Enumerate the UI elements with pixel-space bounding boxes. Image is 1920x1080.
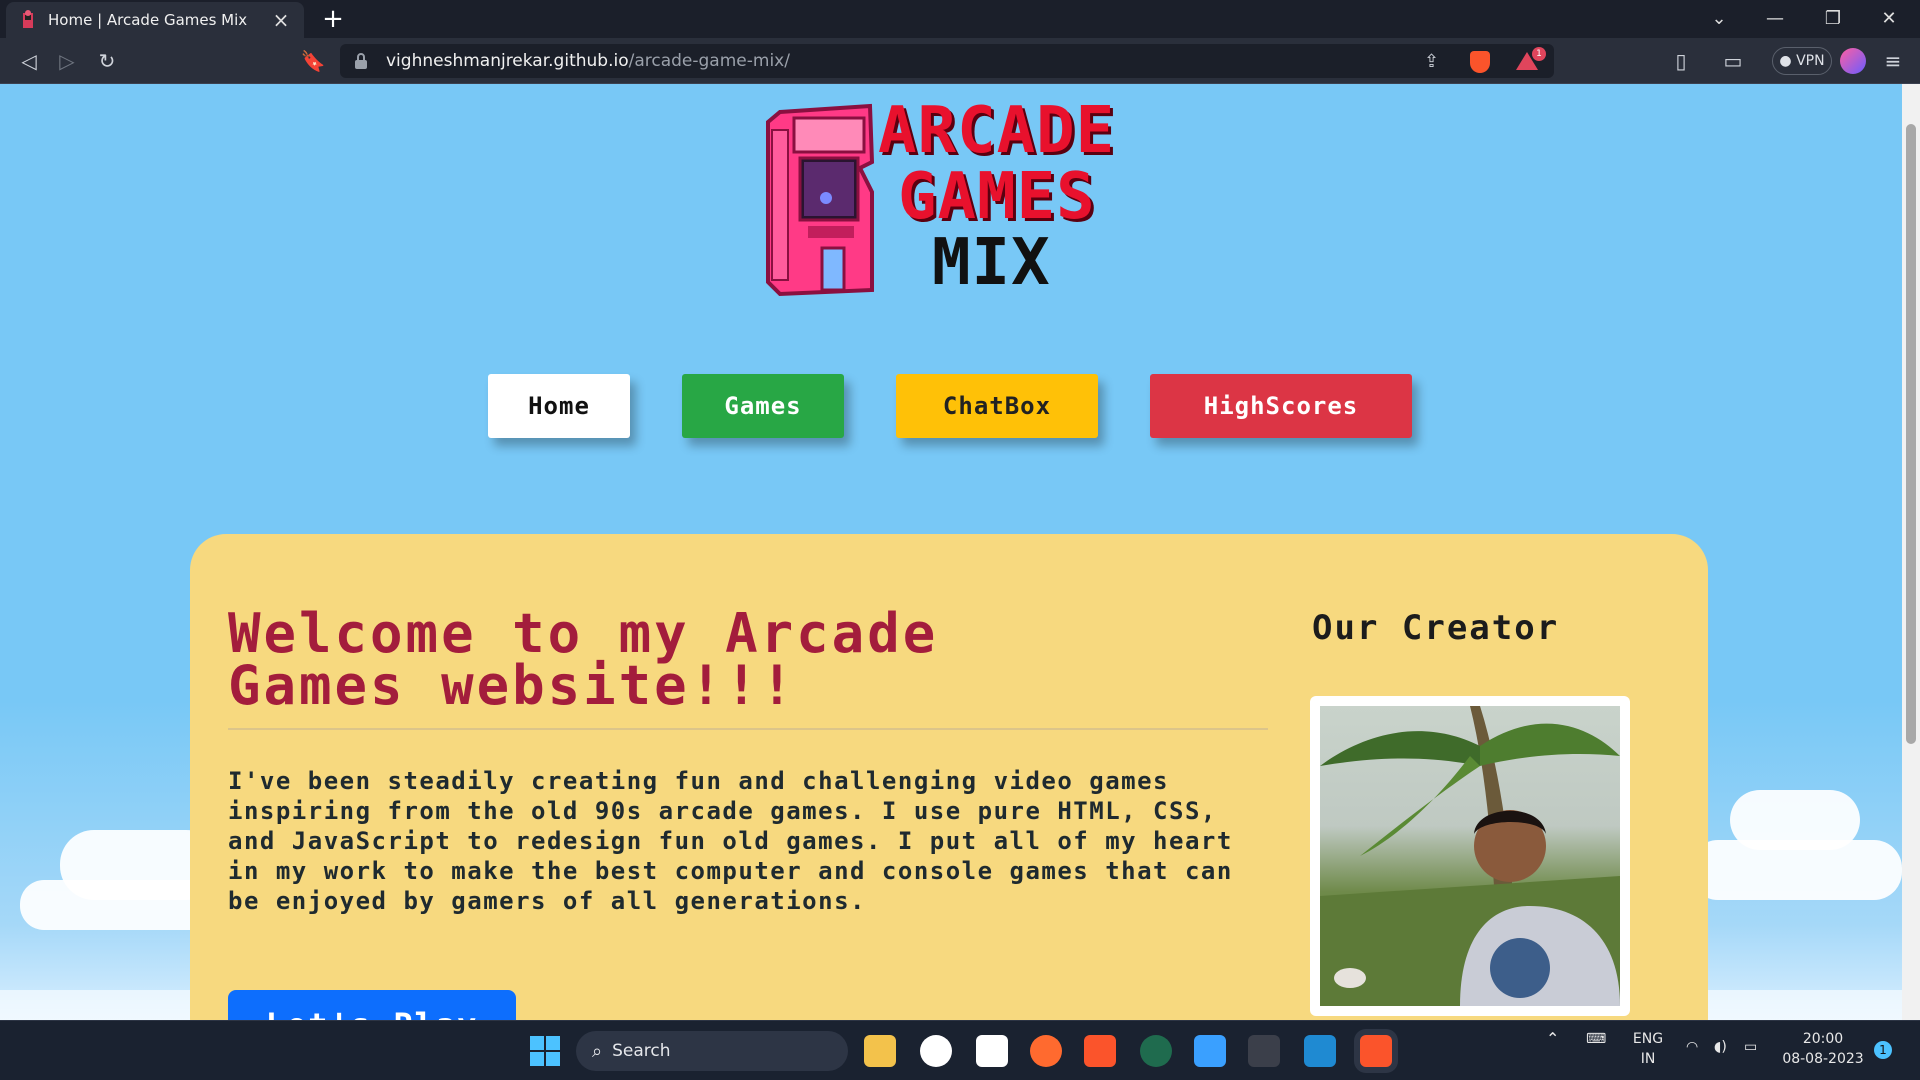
minimize-icon[interactable]: — [1748, 0, 1802, 38]
browser-tab-active[interactable]: Home | Arcade Games Mix × [6, 2, 304, 38]
forward-icon[interactable]: ▷ [52, 46, 82, 76]
logo-line-arcade: ARCADE [878, 94, 1116, 168]
share-icon[interactable]: ⇪ [1424, 51, 1439, 72]
close-window-icon[interactable]: ✕ [1862, 0, 1916, 38]
tray-overflow-chevron-icon[interactable]: ⌃ [1546, 1029, 1559, 1049]
welcome-heading: Welcome to my Arcade Games website!!! [228, 602, 939, 717]
page-viewport: ARCADE GAMES MIX Home Games ChatBox High… [0, 84, 1902, 1020]
bookmark-icon[interactable]: 🔖 [298, 46, 328, 76]
page-scrollbar[interactable] [1902, 84, 1920, 1020]
restore-icon[interactable]: ❐ [1806, 0, 1860, 38]
windows-start-icon[interactable] [530, 1036, 560, 1066]
clock[interactable]: 20:00 08-08-2023 [1780, 1029, 1866, 1069]
profile-avatar[interactable] [1840, 48, 1866, 74]
keyboard-icon[interactable]: ⌨ [1586, 1029, 1606, 1049]
tab-search-chevron-icon[interactable]: ⌄ [1692, 0, 1746, 38]
nav-games-button[interactable]: Games [682, 374, 844, 438]
search-icon: ⌕ [592, 1040, 603, 1062]
welcome-card: Welcome to my Arcade Games website!!! I'… [190, 534, 1708, 1020]
taskbar-search-box[interactable]: ⌕ Search [576, 1031, 848, 1071]
clock-time: 20:00 [1802, 1031, 1844, 1047]
url-host: vighneshmanjrekar.github.io [386, 51, 629, 71]
rewards-badge: 1 [1532, 47, 1546, 61]
intro-paragraph: I've been steadily creating fun and chal… [228, 767, 1233, 915]
volume-icon[interactable]: ◖) [1714, 1037, 1727, 1057]
divider [228, 728, 1268, 730]
notification-badge[interactable]: 1 [1874, 1041, 1892, 1059]
windows-taskbar: ⌕ Search ⌃ ⌨ ENG IN ◠ ◖) ▭ 20:00 08-08-2… [0, 1020, 1920, 1080]
notion-icon[interactable] [976, 1035, 1008, 1067]
clock-date: 08-08-2023 [1782, 1051, 1864, 1067]
address-bar[interactable]: vighneshmanjrekar.github.io/arcade-game-… [340, 44, 1554, 78]
logo-line-mix: MIX [932, 226, 1051, 300]
lock-icon [355, 53, 367, 69]
brave-browser-icon[interactable] [1084, 1035, 1116, 1067]
nav-home-button[interactable]: Home [488, 374, 630, 438]
gitkraken-icon[interactable] [1140, 1035, 1172, 1067]
arcade-favicon-icon [23, 10, 33, 28]
logo-line-games: GAMES [898, 160, 1096, 234]
nav-highscores-button[interactable]: HighScores [1150, 374, 1412, 438]
reload-icon[interactable]: ↻ [92, 46, 122, 76]
region-code: IN [1640, 1051, 1656, 1067]
new-tab-icon[interactable]: + [318, 4, 348, 34]
sidebar-toggle-icon[interactable]: ▯ [1666, 46, 1696, 76]
back-icon[interactable]: ◁ [14, 46, 44, 76]
brave-browser-active-icon[interactable] [1360, 1035, 1392, 1067]
language-code: ENG [1632, 1031, 1664, 1047]
creator-photo [1320, 706, 1620, 1006]
tab-close-icon[interactable]: × [270, 8, 292, 32]
vpn-label: VPN [1796, 53, 1825, 69]
terminal-icon[interactable] [1248, 1035, 1280, 1067]
menu-icon[interactable]: ≡ [1878, 46, 1908, 76]
browser-toolbar: ◁ ▷ ↻ 🔖 vighneshmanjrekar.github.io/arca… [0, 38, 1920, 84]
wifi-icon[interactable]: ◠ [1686, 1037, 1698, 1057]
tab-title: Home | Arcade Games Mix [48, 11, 248, 29]
creator-heading: Our Creator [1312, 608, 1560, 648]
file-explorer-icon[interactable] [864, 1035, 896, 1067]
browser-titlebar: Home | Arcade Games Mix × + ⌄ — ❐ ✕ [0, 0, 1920, 38]
lets-play-button[interactable]: Let's Play [228, 990, 516, 1020]
scrollbar-thumb[interactable] [1906, 124, 1916, 744]
brave-shields-icon[interactable] [1470, 51, 1490, 73]
compass-app-icon[interactable] [1030, 1035, 1062, 1067]
vpn-button[interactable]: ● VPN [1772, 47, 1832, 75]
site-logo[interactable]: ARCADE GAMES MIX [760, 98, 1140, 298]
vscode-icon[interactable] [1304, 1035, 1336, 1067]
wallet-icon[interactable]: ▭ [1718, 46, 1748, 76]
maps-app-icon[interactable] [920, 1035, 952, 1067]
arcade-cabinet-icon [766, 103, 875, 297]
notepad-icon[interactable] [1194, 1035, 1226, 1067]
language-indicator[interactable]: ENG IN [1628, 1029, 1668, 1069]
nav-chatbox-button[interactable]: ChatBox [896, 374, 1098, 438]
search-label: Search [612, 1041, 671, 1061]
battery-icon[interactable]: ▭ [1744, 1037, 1757, 1057]
logo-wordmark: ARCADE GAMES MIX [878, 98, 1115, 296]
creator-photo-frame [1310, 696, 1630, 1016]
url-path: /arcade-game-mix/ [628, 51, 790, 71]
